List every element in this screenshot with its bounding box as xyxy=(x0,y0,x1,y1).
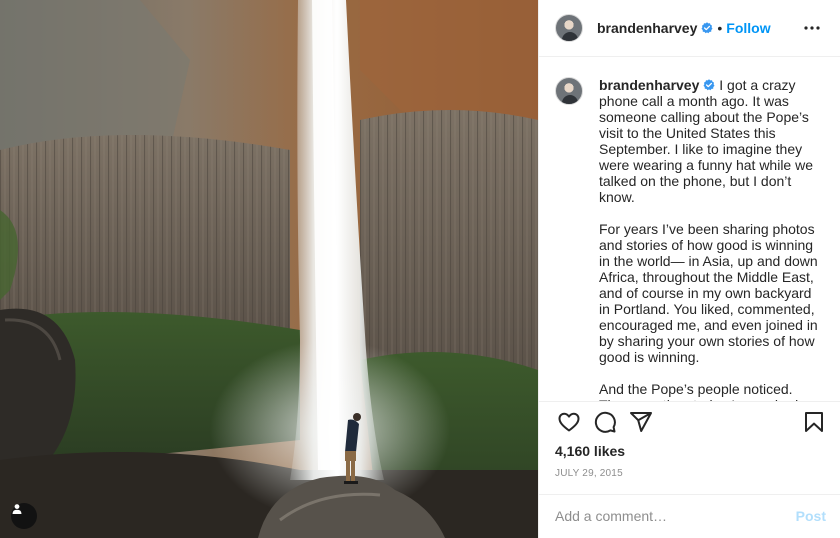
caption: brandenharvey I got a crazy phone call a… xyxy=(555,77,824,401)
avatar[interactable] xyxy=(555,14,583,43)
bookmark-icon[interactable] xyxy=(796,404,832,440)
post-photo[interactable] xyxy=(0,0,538,538)
caption-avatar[interactable] xyxy=(555,77,583,106)
header-username[interactable]: brandenharvey xyxy=(597,20,697,36)
comment-icon[interactable] xyxy=(587,404,623,440)
caption-paragraph-3: And the Pope’s people noticed. They saw … xyxy=(599,381,814,401)
caption-paragraph-2: For years I’ve been sharing photos and s… xyxy=(599,221,818,366)
add-comment-bar: Post xyxy=(539,493,840,538)
post-side-panel: brandenharvey • Follow brandenharvey I g… xyxy=(538,0,840,538)
more-options-icon[interactable] xyxy=(800,16,824,40)
comments-area[interactable]: brandenharvey I got a crazy phone call a… xyxy=(539,57,840,401)
likes-count[interactable]: 4,160 likes xyxy=(539,442,840,460)
post-comment-button[interactable]: Post xyxy=(796,508,826,524)
caption-username[interactable]: brandenharvey xyxy=(599,77,699,93)
caption-text: brandenharvey I got a crazy phone call a… xyxy=(599,77,824,401)
post-date[interactable]: JULY 29, 2015 xyxy=(539,462,840,486)
heart-icon[interactable] xyxy=(551,404,587,440)
caption-paragraph: brandenharvey I got a crazy phone call a… xyxy=(599,77,824,205)
user-tag-icon[interactable] xyxy=(11,503,37,529)
separator-dot: • xyxy=(717,20,723,37)
verified-badge-icon xyxy=(703,79,715,91)
paper-plane-icon[interactable] xyxy=(623,404,659,440)
comment-input[interactable] xyxy=(555,508,796,525)
post-header: brandenharvey • Follow xyxy=(539,0,840,58)
verified-badge-icon xyxy=(701,22,713,34)
follow-button[interactable]: Follow xyxy=(726,20,770,36)
action-bar xyxy=(539,401,840,442)
waterfall-photo xyxy=(0,0,538,538)
caption-paragraph-1: I got a crazy phone call a month ago. It… xyxy=(599,77,814,206)
instagram-post: brandenharvey • Follow brandenharvey I g… xyxy=(0,0,840,538)
